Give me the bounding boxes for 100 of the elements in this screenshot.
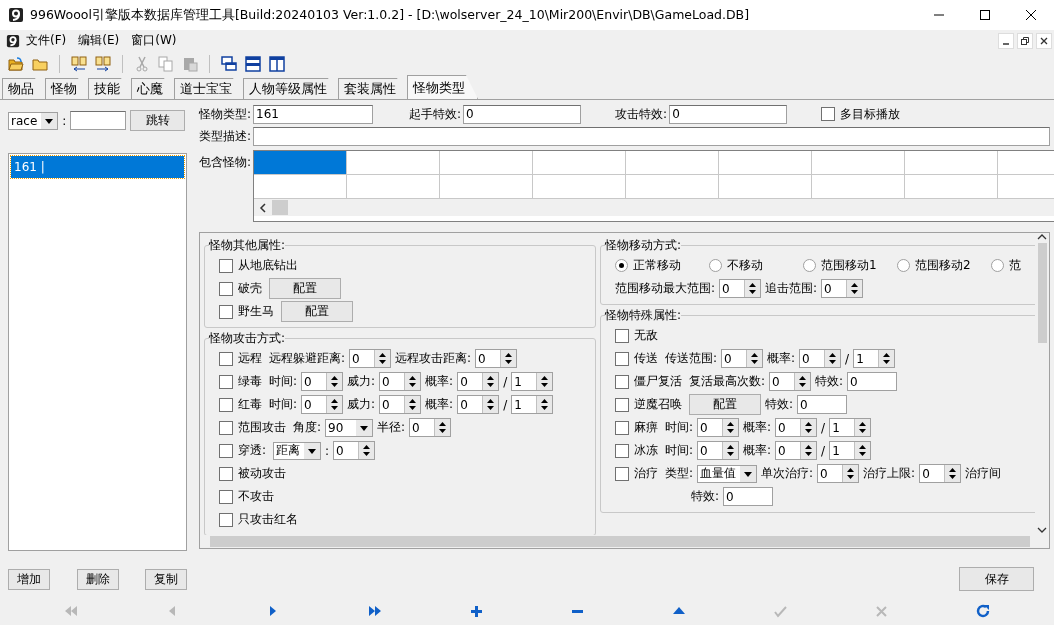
jump-button[interactable]: 跳转 [130, 110, 186, 131]
spin-field[interactable]: 0 [301, 372, 344, 391]
spin-arrows-icon[interactable] [800, 419, 817, 436]
caret-icon[interactable] [356, 419, 373, 436]
radio-button[interactable]: 范围移动1 [803, 257, 893, 274]
spin-field[interactable]: 0 [775, 418, 818, 437]
copy-left-icon[interactable] [71, 55, 87, 72]
spin-arrows-icon[interactable] [800, 442, 817, 459]
spin-arrows-icon[interactable] [878, 350, 895, 367]
spin-arrows-icon[interactable] [536, 396, 553, 413]
spin-arrows-icon[interactable] [482, 396, 499, 413]
checkbox[interactable]: 冰冻 [615, 442, 658, 459]
checkbox[interactable]: 范围攻击 [219, 419, 286, 436]
checkbox[interactable]: 僵尸复活 [615, 373, 682, 390]
scroll-up-icon[interactable] [1037, 233, 1047, 241]
dropdown[interactable]: 血量值 [697, 464, 758, 483]
checkbox[interactable]: 无敌 [615, 327, 658, 344]
spin-field[interactable]: 0 [821, 279, 864, 298]
spin-arrows-icon[interactable] [358, 442, 375, 459]
spin-field[interactable]: 0 [817, 464, 860, 483]
text-field[interactable]: 0 [463, 104, 582, 124]
grid-cell[interactable] [533, 151, 627, 175]
checkbox[interactable]: 从地底钻出 [219, 257, 298, 274]
spin-field[interactable]: 0 [409, 418, 452, 437]
search-field[interactable] [70, 111, 127, 130]
checkbox[interactable]: 治疗 [615, 465, 658, 482]
spin-arrows-icon[interactable] [854, 442, 871, 459]
spin-field[interactable]: 1 [511, 395, 554, 414]
tile-horizontal-icon[interactable] [245, 55, 261, 72]
spin-field[interactable]: 0 [719, 279, 762, 298]
spin-field[interactable]: 0 [379, 395, 422, 414]
checkbox[interactable]: 绿毒 [219, 373, 262, 390]
spin-field[interactable]: 0 [919, 464, 962, 483]
caret-icon[interactable] [304, 442, 321, 459]
spin-arrows-icon[interactable] [404, 396, 421, 413]
scroll-down-icon[interactable] [1037, 526, 1047, 534]
grid-cell[interactable] [812, 151, 906, 175]
checkbox[interactable]: 远程 [219, 350, 262, 367]
spin-arrows-icon[interactable] [744, 280, 761, 297]
spin-field[interactable]: 1 [829, 418, 872, 437]
checkbox[interactable]: 逆魔召唤 [615, 396, 682, 413]
spin-arrows-icon[interactable] [944, 465, 961, 482]
checkbox[interactable]: 不攻击 [219, 488, 274, 505]
text-field[interactable]: 161 [253, 104, 374, 124]
spin-field[interactable]: 0 [475, 349, 518, 368]
spin-arrows-icon[interactable] [536, 373, 553, 390]
spin-field[interactable]: 0 [301, 395, 344, 414]
cascade-windows-icon[interactable] [221, 55, 237, 72]
spin-field[interactable]: 0 [379, 372, 422, 391]
config-button[interactable]: 配置 [281, 301, 353, 322]
spin-arrows-icon[interactable] [482, 373, 499, 390]
spin-arrows-icon[interactable] [404, 373, 421, 390]
radio-button[interactable]: 范围移动2 [897, 257, 987, 274]
list-action-button[interactable]: 删除 [76, 569, 119, 590]
config-button[interactable]: 配置 [269, 278, 341, 299]
refresh-icon[interactable] [975, 604, 991, 619]
checkbox[interactable]: 野生马 [219, 303, 274, 320]
restore-icon[interactable] [1017, 32, 1033, 49]
caret-icon[interactable] [740, 465, 757, 482]
spin-field[interactable]: 0 [775, 441, 818, 460]
scrollbar-thumb[interactable] [210, 536, 1030, 547]
scroll-left-icon[interactable] [258, 202, 269, 213]
grid-cell[interactable] [719, 151, 813, 175]
spin-arrows-icon[interactable] [722, 419, 739, 436]
grid-cell[interactable] [440, 151, 534, 175]
spin-field[interactable]: 0 [457, 372, 500, 391]
spin-field[interactable]: 0 [799, 349, 842, 368]
spin-arrows-icon[interactable] [500, 350, 517, 367]
list-item[interactable]: 161 | [11, 156, 184, 178]
spin-arrows-icon[interactable] [326, 373, 343, 390]
spin-field[interactable]: 0 [349, 349, 392, 368]
open-folder-icon[interactable] [8, 55, 24, 72]
tab[interactable]: 怪物类型 [407, 75, 478, 99]
config-button[interactable]: 配置 [689, 394, 761, 415]
radio-button[interactable]: 不移动 [709, 257, 799, 274]
checkbox[interactable]: 穿透: [219, 442, 267, 459]
spin-arrows-icon[interactable] [434, 419, 451, 436]
spin-arrows-icon[interactable] [824, 350, 841, 367]
spin-arrows-icon[interactable] [842, 465, 859, 482]
text-field[interactable]: 0 [847, 372, 898, 391]
dropdown[interactable]: race [8, 111, 59, 130]
menu-item[interactable]: 编辑(E) [72, 32, 126, 49]
list-action-button[interactable]: 复制 [145, 569, 187, 590]
checkbox[interactable]: 红毒 [219, 396, 262, 413]
close-icon[interactable] [1026, 10, 1036, 20]
text-field[interactable]: 0 [669, 104, 788, 124]
spin-arrows-icon[interactable] [326, 396, 343, 413]
spin-field[interactable]: 0 [721, 349, 764, 368]
caret-icon[interactable] [41, 112, 58, 129]
copy-right-icon[interactable] [95, 55, 111, 72]
radio-button[interactable]: 范 [991, 257, 1021, 274]
spin-field[interactable]: 0 [697, 418, 740, 437]
spin-field[interactable]: 1 [853, 349, 896, 368]
spin-arrows-icon[interactable] [374, 350, 391, 367]
checkbox[interactable]: 多目标播放 [821, 105, 901, 123]
menu-item[interactable]: 文件(F) [20, 32, 73, 49]
checkbox[interactable]: 传送 [615, 350, 658, 367]
grid-cell[interactable] [626, 151, 720, 175]
save-button[interactable]: 保存 [959, 567, 1034, 591]
spin-field[interactable]: 1 [829, 441, 872, 460]
